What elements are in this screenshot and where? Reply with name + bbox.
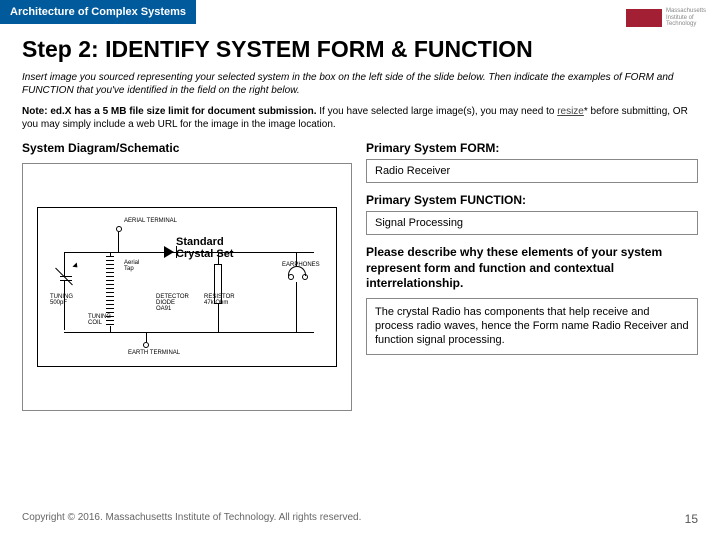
copyright-text: Copyright © 2016. Massachusetts Institut… — [22, 512, 361, 526]
wire — [110, 252, 111, 256]
description-label: Please describe why these elements of yo… — [366, 245, 698, 292]
aerial-terminal-node — [116, 226, 122, 232]
aerial-tap-label: Aerial Tap — [124, 260, 139, 272]
form-label: Primary System FORM: — [366, 141, 698, 155]
diagram-container: Standard Crystal Set AERIAL TERMINAL Aer… — [22, 163, 352, 411]
resize-link[interactable]: resize — [557, 106, 584, 117]
instructions-text: Insert image you sourced representing yo… — [22, 71, 698, 97]
earth-terminal-node — [143, 342, 149, 348]
note-text: Note: ed.X has a 5 MB file size limit fo… — [22, 105, 698, 131]
earphones-label: EARPHONES — [282, 262, 320, 268]
tuning-coil-label: TUNING COIL — [88, 314, 111, 326]
page-title: Step 2: IDENTIFY SYSTEM FORM & FUNCTION — [22, 36, 698, 63]
note-bold: Note: ed.X has a 5 MB file size limit fo… — [22, 106, 317, 117]
wire — [64, 332, 314, 333]
mit-logo: Massachusetts Institute of Technology — [626, 8, 706, 28]
wire — [118, 232, 119, 252]
detector-label: DETECTOR DIODE OA91 — [156, 294, 189, 312]
slide-content: Step 2: IDENTIFY SYSTEM FORM & FUNCTION … — [0, 24, 720, 411]
page-number: 15 — [685, 512, 698, 526]
schematic-title: Standard Crystal Set — [176, 236, 233, 260]
wire — [218, 252, 219, 264]
wire — [218, 304, 219, 332]
mit-logo-mark — [626, 9, 662, 27]
function-field[interactable]: Signal Processing — [366, 211, 698, 235]
footer: Copyright © 2016. Massachusetts Institut… — [22, 512, 698, 526]
wire — [64, 252, 314, 253]
tuning-label: TUNING 500pF — [50, 294, 73, 306]
note-rest1: If you have selected large image(s), you… — [317, 106, 558, 117]
earphones — [288, 266, 308, 280]
wire — [146, 332, 147, 342]
right-column: Primary System FORM: Radio Receiver Prim… — [366, 141, 698, 411]
left-column: System Diagram/Schematic Standard Crysta… — [22, 141, 352, 411]
schematic: Standard Crystal Set AERIAL TERMINAL Aer… — [37, 207, 337, 367]
diagram-label: System Diagram/Schematic — [22, 141, 352, 155]
aerial-terminal-label: AERIAL TERMINAL — [124, 218, 177, 224]
earth-terminal-label: EARTH TERMINAL — [128, 350, 180, 356]
course-header: Architecture of Complex Systems — [0, 0, 196, 24]
mit-logo-text: Massachusetts Institute of Technology — [666, 8, 706, 28]
description-field[interactable]: The crystal Radio has components that he… — [366, 298, 698, 355]
resistor-label: RESISTOR 47k Ohm — [204, 294, 235, 306]
detector-diode — [164, 246, 177, 258]
function-label: Primary System FUNCTION: — [366, 193, 698, 207]
wire — [296, 282, 297, 332]
tuning-capacitor — [60, 276, 72, 281]
form-field[interactable]: Radio Receiver — [366, 159, 698, 183]
